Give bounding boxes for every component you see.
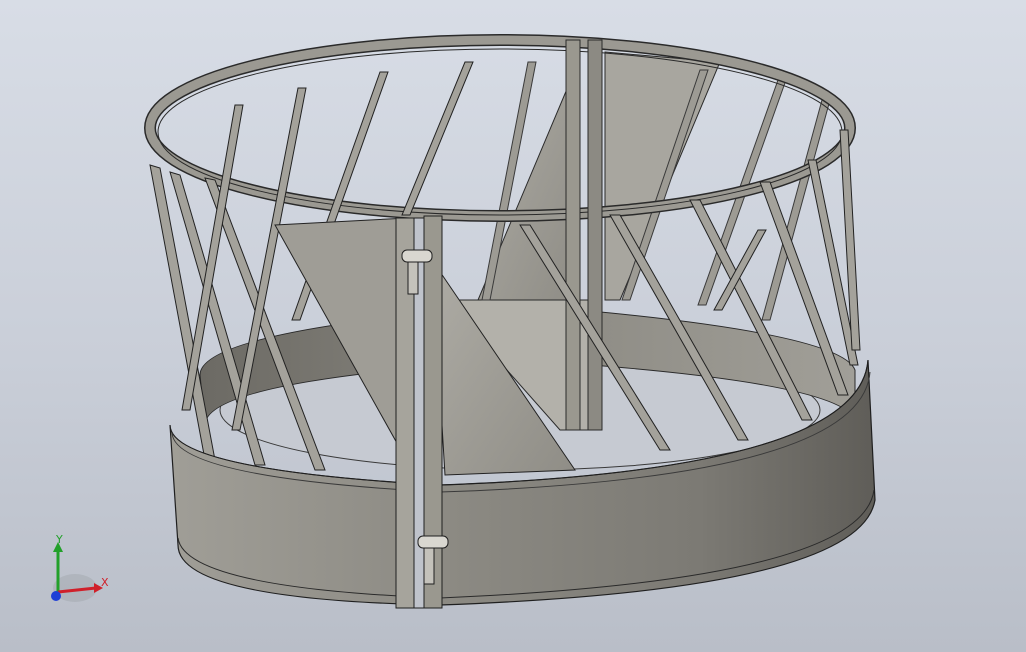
back-panel-right <box>604 51 721 301</box>
z-axis-dot <box>51 591 61 601</box>
model-canvas[interactable]: Y X <box>0 0 1026 652</box>
axis-triad[interactable]: Y X <box>51 533 109 602</box>
x-axis-label: X <box>101 576 109 589</box>
back-seam-post-right <box>587 39 603 431</box>
y-axis-label: Y <box>55 533 63 546</box>
cad-viewport[interactable]: Y X <box>0 0 1026 652</box>
back-seam-post-left <box>565 39 581 431</box>
